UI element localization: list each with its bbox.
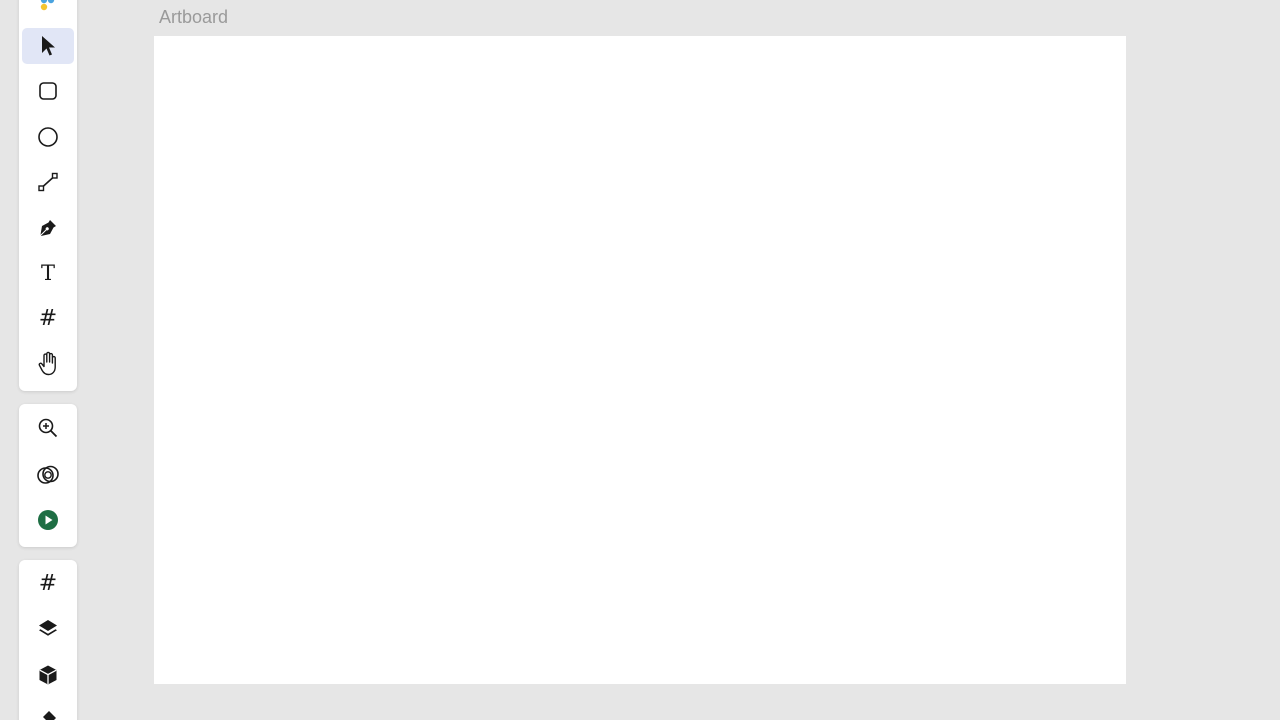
artboard-canvas[interactable]	[154, 36, 1126, 684]
ellipse-icon	[38, 127, 58, 147]
zoom-tool-button[interactable]	[22, 410, 74, 446]
cube-icon	[39, 665, 57, 685]
ellipse-tool-button[interactable]	[22, 119, 74, 155]
frames-button[interactable]: #	[22, 566, 74, 602]
view-tools-panel	[19, 404, 77, 547]
app-logo-icon[interactable]	[22, 0, 74, 16]
grid-hash-icon: #	[38, 306, 58, 331]
play-circle-icon	[38, 510, 58, 530]
layers-button[interactable]	[22, 611, 74, 647]
artboard-label: Artboard	[159, 7, 229, 27]
boolean-tool-button[interactable]	[22, 457, 74, 493]
zoom-in-icon	[38, 418, 58, 438]
app-window: T # # Artboard	[0, 0, 1280, 720]
eraser-icon	[43, 711, 56, 720]
grid-tool-button[interactable]: #	[22, 301, 74, 337]
side-tools-panel: #	[19, 560, 77, 720]
components-button[interactable]	[22, 657, 74, 693]
hand-tool-button[interactable]	[22, 346, 74, 382]
hand-icon	[38, 351, 56, 376]
text-tool-button[interactable]: T	[22, 255, 74, 291]
pen-tool-button[interactable]	[22, 210, 74, 246]
preview-play-button[interactable]	[22, 502, 74, 538]
text-icon: T	[40, 260, 55, 285]
line-tool-button[interactable]	[22, 164, 74, 200]
tools-panel: T #	[19, 0, 77, 391]
layers-icon	[39, 620, 57, 636]
pen-icon	[40, 220, 56, 236]
select-tool-button[interactable]	[22, 28, 74, 64]
boolean-ops-icon	[37, 465, 59, 484]
line-icon	[38, 172, 58, 192]
hash-icon: #	[38, 571, 58, 596]
rectangle-tool-button[interactable]	[22, 73, 74, 109]
cursor-icon	[42, 36, 55, 56]
rectangle-icon	[39, 82, 57, 100]
more-tools-button[interactable]	[22, 702, 74, 720]
